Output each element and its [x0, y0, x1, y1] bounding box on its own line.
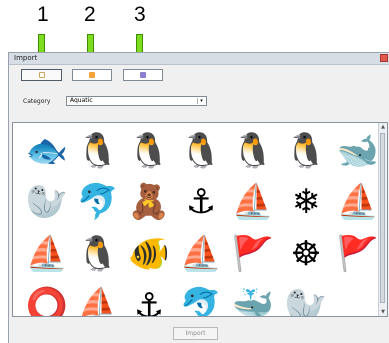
penguin-icon: 🐧 [76, 131, 120, 171]
ship-wheel-embroidery[interactable]: ☸ [281, 229, 331, 279]
penguin-icon: 🐧 [231, 131, 275, 171]
walrus-embroidery[interactable]: 🦭 [281, 281, 331, 317]
tab-1[interactable] [21, 69, 62, 81]
fish-icon: 🐠 [127, 234, 171, 274]
penguin-embroidery[interactable]: 🐧 [228, 126, 278, 176]
category-label: Category [23, 98, 51, 105]
sailboat-icon: ⛵ [336, 182, 380, 222]
import-button[interactable]: Import [173, 327, 218, 340]
life-ring-icon: ⭕ [25, 286, 69, 317]
sailor-bear-icon: 🧸 [127, 182, 171, 222]
nautical-flag-embroidery[interactable]: 🚩 [333, 229, 383, 279]
nautical-flag-icon: 🚩 [336, 234, 380, 274]
penguin-icon: 🐧 [76, 234, 120, 274]
seal-embroidery[interactable]: 🦭 [22, 177, 72, 227]
pattern-grid: 🐟 🐧 🐧 🐧 🐧 🐧 🐋 🦭 🐬 🧸 ⚓ ⛵ ❄ ⛵ ⛵ 🐧 🐠 ⛵ 🚩 ☸ 🚩 ⭕ ⛵ ⚓ 🐬 🐳 🦭 ▲ ▼ [12, 122, 388, 317]
import-dialog: Import Category Aquatic ▾ 🐟 🐧 🐧 🐧 🐧 🐧 🐋 🦭 🐬 🧸 ⚓ ⛵ ❄ ⛵… [8, 52, 389, 343]
chevron-down-icon: ▾ [197, 98, 205, 104]
tab-3[interactable] [123, 69, 163, 81]
callout-2: 2 [84, 3, 96, 26]
sailboat-embroidery[interactable]: ⛵ [176, 229, 226, 279]
callout-3: 3 [134, 3, 146, 26]
window-title: Import [14, 54, 38, 62]
sailor-bear-embroidery[interactable]: 🧸 [124, 177, 174, 227]
whale-embroidery[interactable]: 🐳 [228, 281, 278, 317]
penguin-embroidery[interactable]: 🐧 [73, 229, 123, 279]
penguin-icon: 🐧 [284, 131, 328, 171]
sailboat-embroidery[interactable]: ⛵ [228, 177, 278, 227]
dolphin-embroidery[interactable]: 🐬 [176, 281, 226, 317]
anchor-embroidery[interactable]: ⚓ [124, 281, 174, 317]
dolphin-icon: 🐬 [76, 182, 120, 222]
sailboat-icon: ⛵ [231, 182, 275, 222]
blank-cell [333, 281, 383, 316]
folder-icon [89, 72, 95, 78]
ship-wheel-icon: ☸ [290, 234, 322, 274]
penguin-icon: 🐧 [127, 131, 171, 171]
vertical-scrollbar[interactable]: ▲ ▼ [378, 123, 387, 316]
snowflake-icon: ❄ [291, 182, 321, 222]
callout-numbers: 1 2 3 [0, 0, 389, 66]
penguin-embroidery[interactable]: 🐧 [281, 126, 331, 176]
penguin-embroidery[interactable]: 🐧 [73, 126, 123, 176]
fish-icon: 🐟 [25, 131, 69, 171]
walrus-icon: 🦭 [284, 286, 328, 317]
penguin-embroidery[interactable]: 🐧 [124, 126, 174, 176]
disk-icon [140, 72, 146, 78]
dolphin-icon: 🐬 [179, 286, 223, 317]
close-button[interactable] [380, 54, 388, 62]
seal-icon: 🦭 [25, 182, 69, 222]
sailboat-icon: ⛵ [25, 234, 69, 274]
whale-icon: 🐋 [336, 131, 380, 171]
penguin-embroidery[interactable]: 🐧 [176, 126, 226, 176]
fish-embroidery[interactable]: 🐟 [22, 126, 72, 176]
whale-icon: 🐳 [231, 286, 275, 317]
category-select[interactable]: Aquatic ▾ [66, 96, 207, 106]
nautical-flag-embroidery[interactable]: 🚩 [228, 229, 278, 279]
sailboat-embroidery[interactable]: ⛵ [73, 281, 123, 317]
anchor-icon: ⚓ [185, 182, 217, 222]
fish-embroidery[interactable]: 🐠 [124, 229, 174, 279]
callout-1: 1 [37, 3, 49, 26]
title-bar: Import [9, 53, 389, 65]
scroll-up-icon[interactable]: ▲ [380, 124, 386, 130]
sailboat-icon: ⛵ [179, 234, 223, 274]
card-icon [38, 72, 45, 78]
sailboat-embroidery[interactable]: ⛵ [22, 229, 72, 279]
dolphin-embroidery[interactable]: 🐬 [73, 177, 123, 227]
scroll-down-icon[interactable]: ▼ [380, 309, 386, 315]
nautical-flag-icon: 🚩 [231, 234, 275, 274]
tab-2[interactable] [72, 69, 112, 81]
anchor-icon: ⚓ [133, 286, 165, 317]
whale-embroidery[interactable]: 🐋 [333, 126, 383, 176]
life-ring-embroidery[interactable]: ⭕ [22, 281, 72, 317]
anchor-embroidery[interactable]: ⚓ [176, 177, 226, 227]
sailboat-embroidery[interactable]: ⛵ [333, 177, 383, 227]
sailboat-icon: ⛵ [76, 286, 120, 317]
snowflake-embroidery[interactable]: ❄ [281, 177, 331, 227]
scroll-thumb[interactable] [380, 133, 385, 303]
category-value: Aquatic [70, 97, 93, 104]
penguin-icon: 🐧 [179, 131, 223, 171]
